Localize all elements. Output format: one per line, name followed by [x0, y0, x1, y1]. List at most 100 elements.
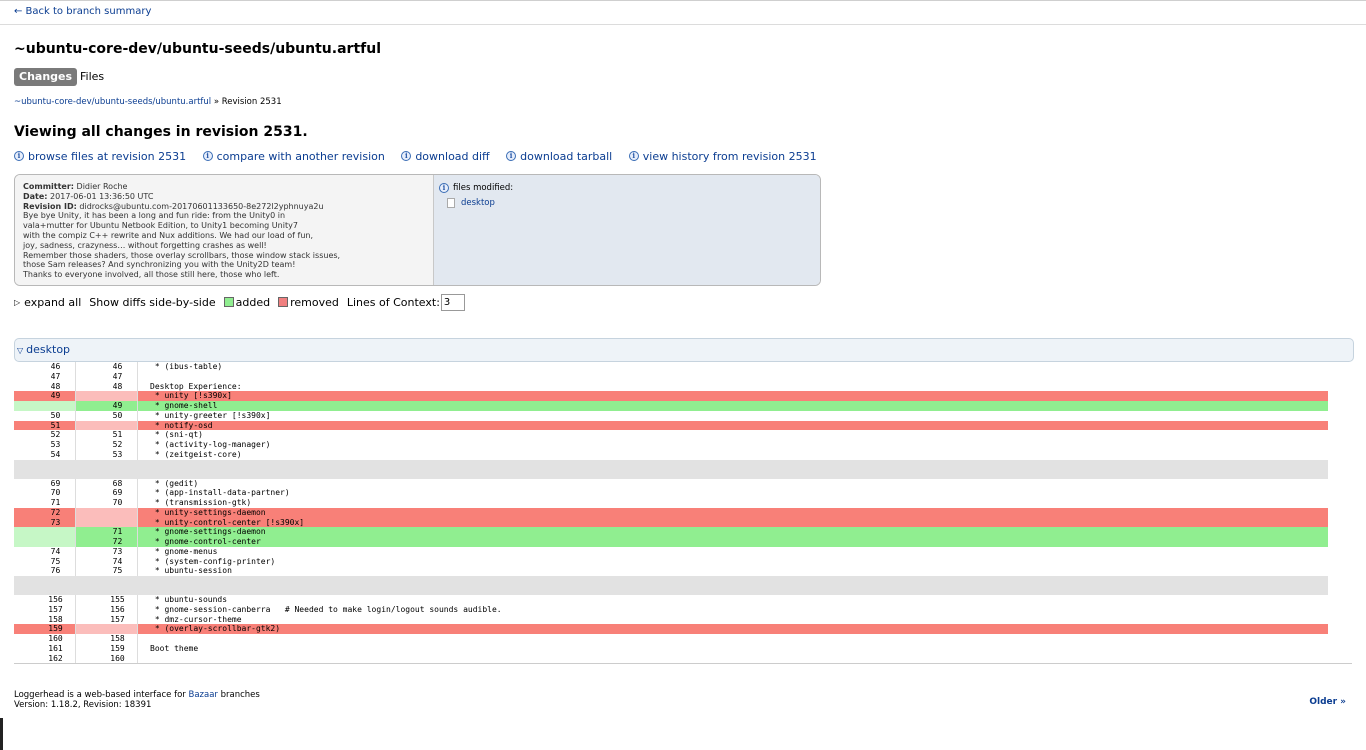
new-line-number: 158	[76, 634, 138, 644]
breadcrumb-branch-link[interactable]: ~ubuntu-core-dev/ubuntu-seeds/ubuntu.art…	[14, 97, 211, 107]
older-link[interactable]: Older »	[1309, 697, 1346, 707]
download-diff-link[interactable]: i download diff	[401, 150, 490, 163]
old-line-number: 54	[14, 449, 76, 460]
revision-actions: i browse files at revision 2531 i compare …	[14, 148, 830, 163]
modified-file-link[interactable]: desktop	[461, 198, 495, 208]
diff-row: 74 73 * gnome-menus	[14, 546, 1352, 557]
diff-row: 158 157 * dmz-cursor-theme	[14, 614, 1352, 625]
diff-gap-row[interactable]	[14, 459, 1352, 479]
breadcrumb-current: Revision 2531	[221, 97, 282, 107]
info-icon: i	[202, 151, 213, 161]
new-line-number: 156	[76, 604, 138, 615]
revision-details: Committer: Didier Roche Date: 2017-06-01…	[15, 175, 434, 285]
old-line-number: 49	[14, 391, 76, 401]
diff-row: 54 53 * (zeitgeist-core)	[14, 449, 1352, 460]
diff-row: 72 * unity-settings-daemon	[14, 507, 1352, 518]
diff-row: 49 * unity [!s390x]	[14, 391, 1352, 401]
diff-line-text: * gnome-menus	[150, 546, 218, 556]
old-line-number: 162	[14, 653, 76, 664]
old-line-number	[14, 537, 76, 547]
document-icon	[447, 198, 455, 208]
diff-line-text	[138, 654, 1328, 664]
info-icon: i	[439, 183, 449, 193]
diff-row: 50 50 * unity-greeter [!s390x]	[14, 410, 1352, 421]
page-title: Viewing all changes in revision 2531.	[14, 124, 308, 140]
date-label: Date:	[23, 191, 48, 201]
diff-line-text: * (system-config-printer)	[150, 556, 276, 566]
diff-line-text: * (transmission-gtk)	[150, 498, 252, 507]
old-line-number: 74	[14, 546, 76, 557]
diff-row: 157 156 * gnome-session-canberra # Needed…	[14, 604, 1352, 615]
new-line-number: 52	[76, 440, 138, 450]
commit-message-line: those Sam releases? And synchronizing yo…	[23, 260, 296, 270]
new-line-number: 48	[76, 381, 138, 392]
new-line-number: 160	[76, 653, 138, 664]
diff-row: 69 68 * (gedit)	[14, 478, 1352, 489]
version-info: Version: 1.18.2, Revision: 18391	[14, 700, 152, 710]
view-history-link[interactable]: i view history from revision 2531	[628, 150, 817, 163]
context-label: Lines of Context:	[346, 296, 440, 309]
new-line-number: 53	[76, 449, 138, 460]
browse-files-link[interactable]: i browse files at revision 2531	[14, 150, 186, 163]
old-line-number: 160	[14, 634, 76, 644]
footer-text: Loggerhead is a web-based interface for	[14, 690, 186, 700]
diff-line-text: * gnome-session-canberra # Needed to mak…	[150, 604, 502, 614]
old-line-number	[14, 401, 76, 411]
old-line-number: 46	[14, 362, 76, 372]
diff-line-text: * (ibus-table)	[150, 362, 223, 371]
old-line-number: 73	[14, 517, 76, 528]
new-line-number: 68	[76, 478, 138, 489]
tab-changes[interactable]: Changes	[14, 68, 78, 86]
window-edge	[0, 718, 3, 750]
added-legend: added	[235, 296, 271, 309]
old-line-number: 156	[14, 595, 76, 605]
new-line-number: 74	[76, 556, 138, 567]
revision-id: didrocks@ubuntu.com-20170601133650-8e272…	[79, 201, 324, 211]
diff-row: 53 52 * (activity-log-manager)	[14, 440, 1352, 450]
info-icon: i	[506, 151, 517, 161]
new-line-number: 46	[76, 362, 138, 372]
old-line-number: 69	[14, 478, 76, 489]
diff-file-link[interactable]: desktop	[26, 343, 70, 356]
diff-line-text: * (activity-log-manager)	[150, 440, 271, 449]
new-line-number	[76, 507, 138, 518]
bazaar-link[interactable]: Bazaar	[188, 690, 217, 700]
diff-row: 76 75 * ubuntu-session	[14, 566, 1352, 576]
old-line-number: 76	[14, 566, 76, 576]
diff-line-text: * ubuntu-sounds	[150, 595, 228, 604]
old-line-number: 51	[14, 420, 76, 431]
back-to-branch-summary-link[interactable]: ← Back to branch summary	[14, 6, 151, 17]
diff-line-text: * (gedit)	[150, 478, 199, 488]
diff-row: 47 47	[14, 371, 1352, 382]
new-line-number: 159	[76, 643, 138, 654]
commit-message-line: with the compiz C++ rewrite and Nux addi…	[23, 230, 314, 240]
files-modified-label: files modified:	[453, 183, 514, 193]
breadcrumb-separator: »	[213, 97, 220, 107]
tab-files[interactable]: Files	[80, 68, 104, 86]
old-line-number: 48	[14, 381, 76, 392]
context-lines-input[interactable]	[440, 294, 465, 311]
new-line-number: 51	[76, 430, 138, 440]
diff-row: 162 160	[14, 653, 1352, 664]
removed-legend: removed	[290, 296, 339, 309]
old-line-number: 159	[14, 624, 76, 634]
old-line-number: 53	[14, 440, 76, 450]
collapse-triangle-icon[interactable]: ▽	[17, 346, 23, 355]
new-line-number	[76, 459, 138, 479]
diff-gap-row[interactable]	[14, 576, 1352, 595]
new-line-number: 50	[76, 410, 138, 421]
new-line-number: 47	[76, 371, 138, 382]
expand-all-toggle[interactable]: expand all	[24, 296, 81, 309]
revision-info-box: Committer: Didier Roche Date: 2017-06-01…	[14, 174, 821, 286]
compare-revision-link[interactable]: i compare with another revision	[202, 150, 385, 163]
diff-file-header[interactable]: ▽ desktop	[14, 338, 1354, 362]
side-by-side-link[interactable]: Show diffs side-by-side	[89, 296, 215, 309]
expand-triangle-icon[interactable]: ▷	[14, 298, 20, 307]
new-line-number	[76, 576, 138, 595]
commit-message-line: Thanks to everyone involved, all those s…	[23, 270, 280, 280]
download-tarball-link[interactable]: i download tarball	[506, 150, 612, 163]
old-line-number	[14, 527, 76, 537]
diff-line-text: * unity-settings-daemon	[138, 507, 1328, 518]
commit-message-line: Remember those shaders, those overlay sc…	[23, 250, 341, 260]
diff-row: 48 48 Desktop Experience:	[14, 381, 1352, 392]
